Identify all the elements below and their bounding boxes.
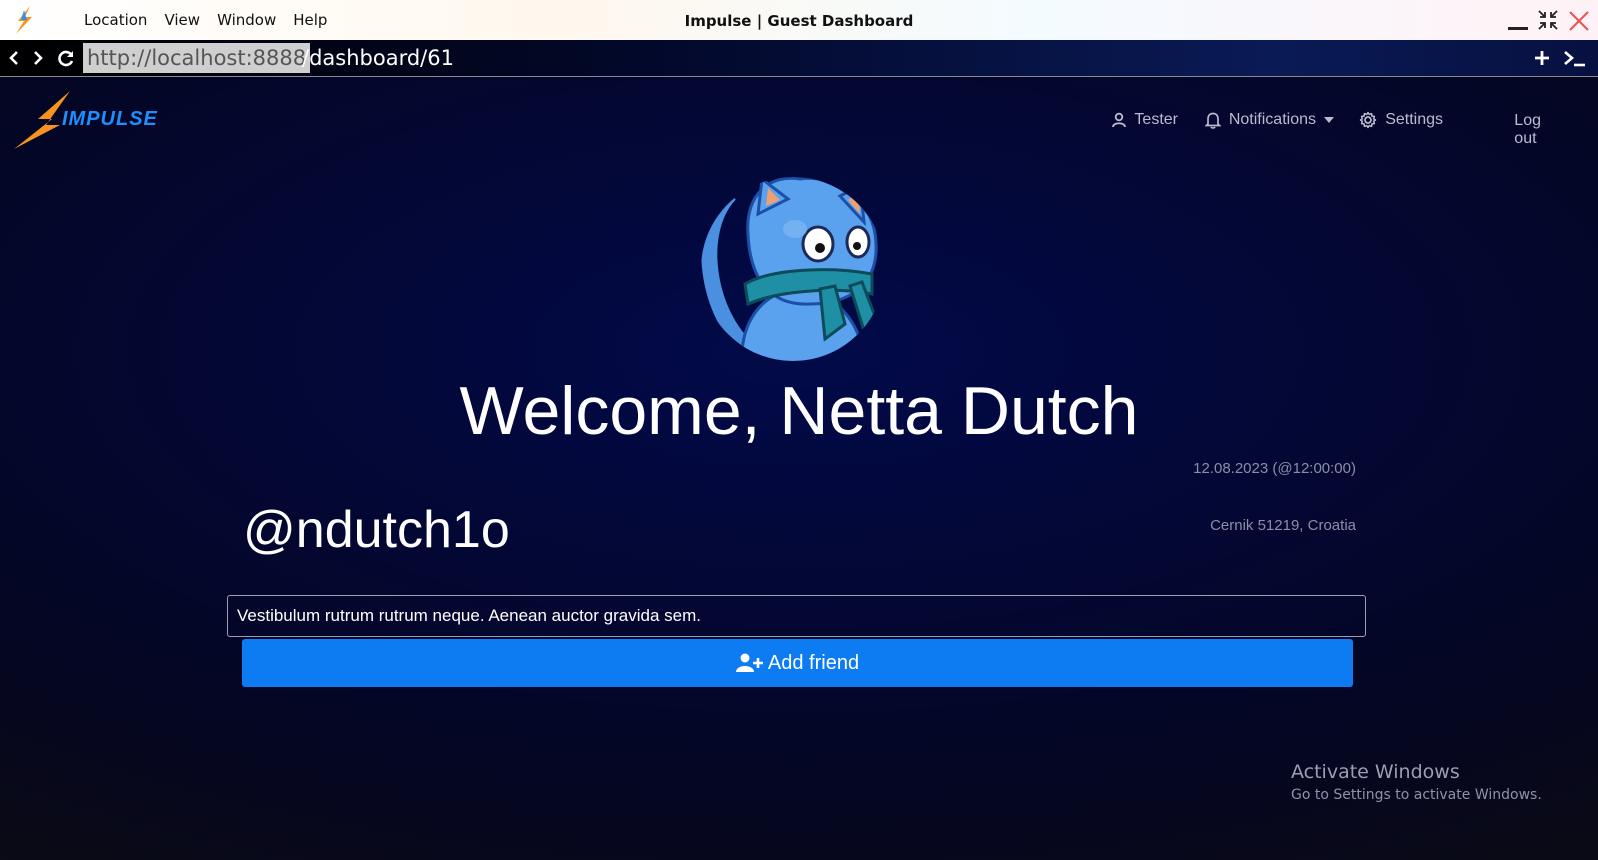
impulse-logo-icon: [16, 6, 32, 34]
nav-settings-label: Settings: [1385, 111, 1443, 128]
nav-notifications-label: Notifications: [1228, 111, 1316, 128]
welcome-heading: Welcome, Netta Dutch: [459, 373, 1139, 449]
user-plus-icon: [735, 653, 763, 672]
nav-settings[interactable]: Settings: [1359, 111, 1443, 129]
profile-location: Cernik 51219, Croatia: [1210, 517, 1356, 534]
nav-notifications[interactable]: Notifications: [1204, 111, 1334, 129]
brand-name: IMPULSE: [62, 108, 158, 130]
impulse-logo-icon: IMPULSE: [14, 91, 158, 149]
logout-link[interactable]: Log out: [1514, 112, 1541, 148]
minimize-icon[interactable]: [1506, 8, 1530, 32]
user-icon: [1112, 112, 1127, 128]
menu-location[interactable]: Location: [84, 11, 147, 29]
bio-field[interactable]: Vestibulum rutrum rutrum neque. Aenean a…: [227, 595, 1366, 637]
logout-label: Log out: [1514, 112, 1541, 147]
page: IMPULSE Tester Notifications Settings Lo…: [0, 77, 1598, 860]
refresh-icon[interactable]: [56, 48, 76, 68]
forward-icon[interactable]: [28, 48, 48, 68]
back-icon[interactable]: [4, 48, 24, 68]
profile-date: 12.08.2023 (@12:00:00): [1193, 460, 1356, 477]
activate-windows-watermark: Activate Windows Go to Settings to activ…: [1291, 761, 1542, 803]
activate-title: Activate Windows: [1291, 761, 1460, 783]
menu-window[interactable]: Window: [217, 11, 276, 29]
close-icon[interactable]: [1566, 8, 1592, 34]
bell-icon: [1204, 112, 1221, 129]
plus-icon[interactable]: [1532, 48, 1552, 68]
brand-logo[interactable]: IMPULSE: [14, 91, 174, 154]
restore-icon[interactable]: [1536, 8, 1560, 32]
activate-subtitle: Go to Settings to activate Windows.: [1291, 787, 1542, 803]
address-bar: http://localhost:8888 /dashboard/61: [0, 40, 1598, 77]
add-friend-label: Add friend: [767, 651, 860, 674]
nav-user-label: Tester: [1134, 111, 1178, 128]
profile-handle: @ndutch1o: [243, 501, 510, 559]
gear-icon: [1359, 111, 1377, 129]
add-friend-button[interactable]: Add friend: [242, 639, 1353, 687]
caret-down-icon: [1324, 117, 1334, 123]
menu-bar: Location View Window Help: [84, 11, 327, 29]
window-titlebar: Location View Window Help Impulse | Gues…: [0, 0, 1598, 40]
menu-view[interactable]: View: [164, 11, 200, 29]
terminal-icon[interactable]: [1562, 48, 1588, 68]
url-host[interactable]: http://localhost:8888: [83, 43, 311, 73]
menu-help[interactable]: Help: [293, 11, 327, 29]
url-path[interactable]: /dashboard/61: [302, 43, 454, 73]
nav-user[interactable]: Tester: [1112, 111, 1178, 129]
cat-avatar: [701, 177, 880, 361]
